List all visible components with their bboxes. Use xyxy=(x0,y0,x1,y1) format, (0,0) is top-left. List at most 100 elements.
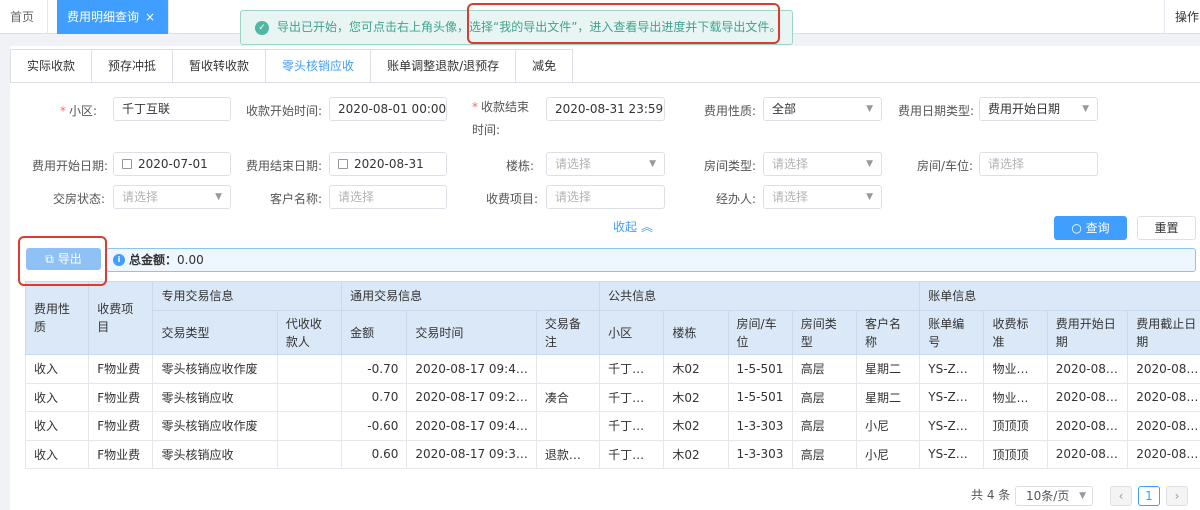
delivery-select[interactable]: 请选择 ▼ xyxy=(113,185,231,209)
customer-input[interactable]: 请选择 xyxy=(329,185,447,209)
table-cell: 2020-08-17 xyxy=(1127,439,1200,469)
chevron-up-icon: ︽ xyxy=(640,220,653,234)
subtab-actual-receipt[interactable]: 实际收款 xyxy=(10,49,93,83)
subtab-odd-writeoff[interactable]: 零头核销应收 xyxy=(266,49,372,83)
customer-label: 客户名称: xyxy=(270,192,323,206)
date-type-select[interactable]: 费用开始日期 ▼ xyxy=(979,97,1098,121)
tab-label: 费用明细查询 xyxy=(67,10,140,24)
table-cell: 千丁… xyxy=(599,411,665,441)
chevron-down-icon: ▼ xyxy=(866,159,873,169)
sub-tab-bar: 实际收款 预存冲抵 暂收转收款 零头核销应收 账单调整退款/退预存 减免 xyxy=(10,49,574,83)
table-cell: 1-5-501 xyxy=(727,354,793,384)
table-row: 收入 F物业费 零头核销应收作废 -0.70 2020-08-17 09:42:… 千丁…… xyxy=(24,354,1200,384)
chevron-down-icon: ▼ xyxy=(1082,104,1089,114)
start-time-input[interactable]: 2020-08-01 00:00:00 xyxy=(329,97,447,121)
table-cell: 高层 xyxy=(791,411,858,441)
fee-start-label: 费用开始日期: xyxy=(32,159,109,173)
table-cell: 2020-08-17 xyxy=(1127,411,1200,441)
total-label: 总金额： xyxy=(129,253,178,267)
query-button[interactable]: ○ 查询 xyxy=(1054,216,1127,240)
col-header: 交易类型 xyxy=(152,310,278,355)
tab-home[interactable]: 首页 xyxy=(0,0,48,34)
prev-page-button[interactable]: ‹ xyxy=(1110,486,1132,506)
room-label: 房间/车位: xyxy=(917,159,974,173)
col-header: 收费标准 xyxy=(983,310,1048,355)
table-cell: 零头核销应收作废 xyxy=(152,411,278,441)
table-cell: 木02 xyxy=(663,439,729,469)
group-header: 公共信息 xyxy=(599,281,921,311)
building-select[interactable]: 请选择 ▼ xyxy=(546,152,665,176)
next-page-button[interactable]: › xyxy=(1166,486,1188,506)
check-circle-icon: ✓ xyxy=(255,21,269,35)
tab-fee-detail[interactable]: 费用明细查询 × xyxy=(57,0,169,34)
table-cell: 高层 xyxy=(791,439,858,469)
room-type-label: 房间类型: xyxy=(704,159,757,173)
col-header: 收费项目 xyxy=(88,281,154,355)
col-header: 房间/车位 xyxy=(727,310,793,355)
col-header: 费用性质 xyxy=(24,281,90,355)
actions-menu[interactable]: 操作 xyxy=(1164,0,1200,34)
table-cell: 千丁… xyxy=(599,439,665,469)
handler-select[interactable]: 请选择 ▼ xyxy=(763,185,882,209)
table-cell: 退款… xyxy=(535,439,601,469)
table-cell xyxy=(276,382,343,412)
group-header: 通用交易信息 xyxy=(341,281,601,311)
collapse-toggle[interactable]: 收起 ︽ xyxy=(613,218,653,235)
table-cell: 木02 xyxy=(663,382,729,412)
close-icon[interactable]: × xyxy=(145,10,155,24)
delivery-label: 交房状态: xyxy=(53,192,106,206)
table-cell: 1-3-303 xyxy=(727,439,793,469)
table-cell: YS-ZC… xyxy=(919,411,985,441)
table-cell: 2020-08-17 09:40:… xyxy=(406,411,537,441)
divider xyxy=(10,82,1200,83)
subtab-reduction[interactable]: 减免 xyxy=(516,49,574,83)
table-cell: YS-ZC… xyxy=(919,382,985,412)
page-size-select[interactable]: 10条/页 ▼ xyxy=(1015,486,1093,506)
community-input[interactable]: 千丁互联 xyxy=(113,97,231,121)
calendar-icon xyxy=(338,159,348,169)
table-cell: 1-5-501 xyxy=(727,382,793,412)
table-cell: 物业… xyxy=(983,382,1048,412)
table-cell: 2020-08-17 09:42:… xyxy=(406,354,537,384)
page-1-button[interactable]: 1 xyxy=(1138,486,1160,506)
table-cell: 2020-08-01 xyxy=(1046,411,1129,441)
table-cell: 高层 xyxy=(791,354,858,384)
table-cell: 收入 xyxy=(24,411,90,441)
table-cell: F物业费 xyxy=(88,382,154,412)
reset-button[interactable]: 重置 xyxy=(1137,216,1196,240)
fee-end-label: 费用结束日期: xyxy=(246,159,323,173)
fee-nature-label: 费用性质: xyxy=(704,104,757,118)
fee-nature-select[interactable]: 全部 ▼ xyxy=(763,97,882,121)
end-time-input[interactable]: 2020-08-31 23:59:59 xyxy=(546,97,665,121)
col-header: 小区 xyxy=(599,310,665,355)
table-cell: 2020-08-31 xyxy=(1127,354,1200,384)
highlight-box xyxy=(18,236,107,286)
col-header: 房间类型 xyxy=(791,310,858,355)
table-cell: 物业… xyxy=(983,354,1048,384)
subtab-bill-adjust[interactable]: 账单调整退款/退预存 xyxy=(371,49,517,83)
table-cell: 收入 xyxy=(24,439,90,469)
table-cell: 星期二 xyxy=(856,382,921,412)
table-cell: YS-ZC… xyxy=(919,439,985,469)
chevron-down-icon: ▼ xyxy=(1079,491,1086,501)
fee-start-date[interactable]: 2020-07-01 xyxy=(113,152,231,176)
group-header: 账单信息 xyxy=(919,281,1200,311)
subtab-prestore-offset[interactable]: 预存冲抵 xyxy=(92,49,174,83)
subtab-temp-to-receipt[interactable]: 暂收转收款 xyxy=(173,49,267,83)
table-cell: 2020-08-01 xyxy=(1046,439,1129,469)
table-cell: 2020-08-31 xyxy=(1127,382,1200,412)
fee-end-date[interactable]: 2020-08-31 xyxy=(329,152,447,176)
table-cell xyxy=(276,411,343,441)
community-label: * 小区: xyxy=(60,104,98,118)
table-cell xyxy=(535,354,601,384)
fee-item-input[interactable]: 请选择 xyxy=(546,185,665,209)
col-header: 楼栋 xyxy=(663,310,729,355)
room-input[interactable]: 请选择 xyxy=(979,152,1098,176)
table-cell: 收入 xyxy=(24,354,90,384)
col-header: 账单编号 xyxy=(919,310,985,355)
table-cell: 木02 xyxy=(663,354,729,384)
table-cell: 凑合 xyxy=(535,382,601,412)
room-type-select[interactable]: 请选择 ▼ xyxy=(763,152,882,176)
col-header: 金额 xyxy=(341,310,408,355)
main-panel: 实际收款 预存冲抵 暂收转收款 零头核销应收 账单调整退款/退预存 减免 * 小区… xyxy=(10,46,1200,510)
